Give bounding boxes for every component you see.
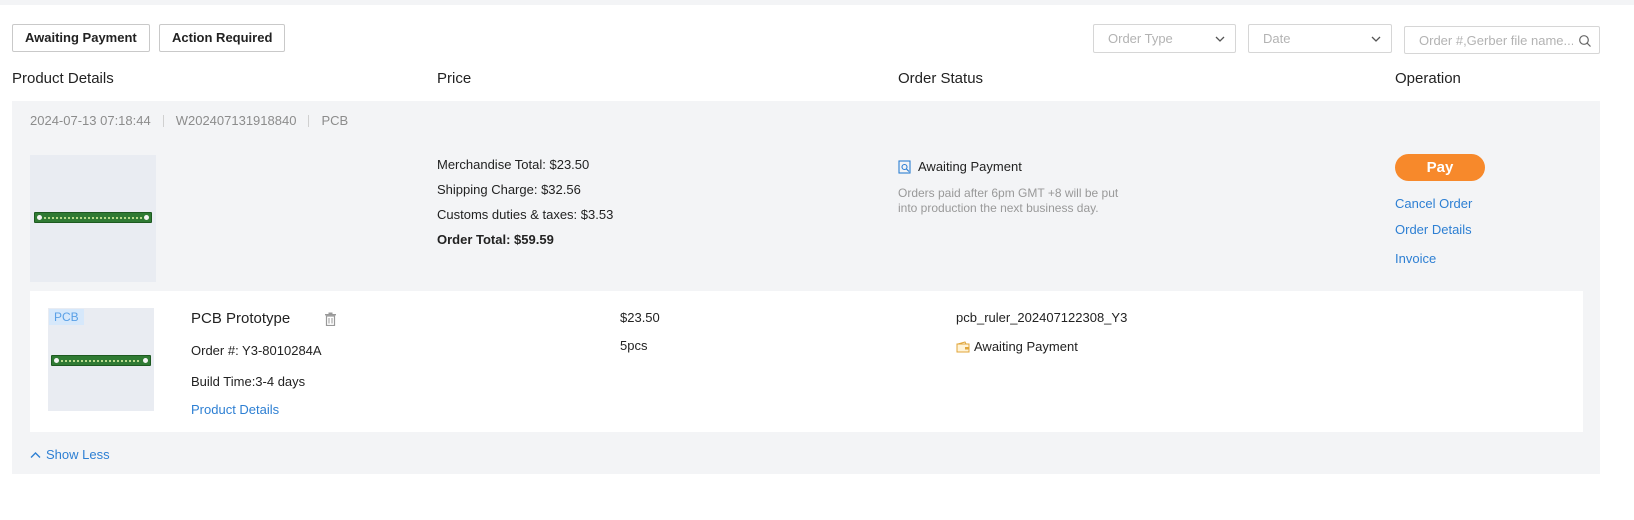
- search-input[interactable]: [1405, 27, 1573, 53]
- chevron-up-icon: [30, 451, 41, 458]
- cancel-order-link[interactable]: Cancel Order: [1395, 196, 1472, 211]
- item-title: PCB Prototype: [191, 310, 291, 327]
- meta-divider: [308, 114, 310, 127]
- item-thumbnail: PCB: [48, 308, 154, 411]
- order-number: W202407131918840: [175, 113, 297, 128]
- column-header-status: Order Status: [898, 70, 984, 87]
- order-total: Order Total: $59.59: [437, 232, 554, 247]
- date-placeholder: Date: [1263, 31, 1291, 46]
- status-note: Orders paid after 6pm GMT +8 will be put…: [898, 186, 1119, 215]
- gerber-file-name: pcb_ruler_202407122308_Y3: [956, 310, 1128, 325]
- product-details-link[interactable]: Product Details: [191, 402, 279, 417]
- item-quantity: 5pcs: [620, 338, 648, 353]
- order-meta: 2024-07-13 07:18:44 W202407131918840 PCB: [30, 113, 348, 128]
- action-required-filter-button[interactable]: Action Required: [159, 24, 286, 52]
- search-box: [1404, 26, 1600, 54]
- order-type-select[interactable]: Order Type: [1093, 24, 1236, 53]
- awaiting-payment-filter-button[interactable]: Awaiting Payment: [12, 24, 150, 52]
- chevron-down-icon: [1371, 36, 1381, 42]
- pcb-board-image: [51, 355, 151, 366]
- date-select[interactable]: Date: [1248, 24, 1392, 53]
- pcb-board-image: [34, 212, 152, 223]
- meta-divider: [162, 114, 164, 127]
- item-status-text: Awaiting Payment: [974, 339, 1078, 354]
- pay-button[interactable]: Pay: [1395, 154, 1485, 181]
- item-order-number: Order #: Y3-8010284A: [191, 343, 322, 358]
- trash-icon[interactable]: [324, 312, 337, 326]
- pcb-tag: PCB: [49, 309, 84, 325]
- order-item-card: PCB PCB Prototype Order #: Y3-8010284A B…: [30, 291, 1583, 432]
- show-less-label: Show Less: [46, 447, 110, 462]
- order-block: 2024-07-13 07:18:44 W202407131918840 PCB…: [12, 101, 1600, 474]
- order-status: Awaiting Payment: [898, 159, 1022, 174]
- item-status: Awaiting Payment: [956, 339, 1078, 354]
- item-price: $23.50: [620, 310, 660, 325]
- chevron-down-icon: [1215, 36, 1225, 42]
- wallet-icon: [956, 340, 970, 352]
- top-divider: [0, 0, 1634, 5]
- order-thumbnail: [30, 155, 156, 282]
- column-header-product: Product Details: [12, 70, 114, 87]
- merchandise-total: Merchandise Total: $23.50: [437, 157, 590, 172]
- item-build-time: Build Time:3-4 days: [191, 374, 306, 389]
- search-document-icon: [898, 159, 911, 174]
- column-header-price: Price: [437, 70, 472, 87]
- column-header-operation: Operation: [1395, 70, 1461, 87]
- search-icon[interactable]: [1578, 34, 1592, 48]
- order-date: 2024-07-13 07:18:44: [30, 113, 151, 128]
- order-type-placeholder: Order Type: [1108, 31, 1173, 46]
- order-status-text: Awaiting Payment: [918, 159, 1022, 174]
- invoice-link[interactable]: Invoice: [1395, 251, 1436, 266]
- show-less-toggle[interactable]: Show Less: [30, 447, 110, 462]
- order-type: PCB: [321, 113, 349, 128]
- customs-duties: Customs duties & taxes: $3.53: [437, 207, 614, 222]
- shipping-charge: Shipping Charge: $32.56: [437, 182, 581, 197]
- order-details-link[interactable]: Order Details: [1395, 222, 1472, 237]
